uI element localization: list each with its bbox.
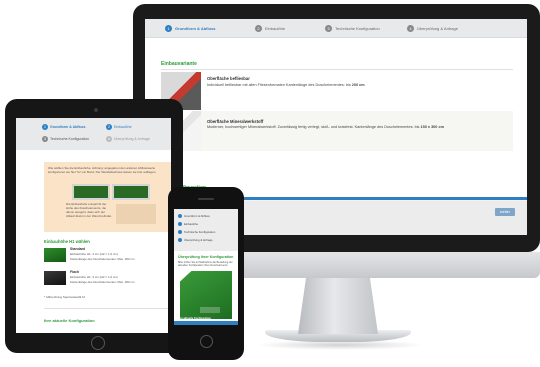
option-desc: Individuell befliesbar mit allen Fliesen… bbox=[207, 83, 351, 87]
tablet-step-4[interactable]: 4 Überprüfung & Anfrage bbox=[106, 136, 150, 142]
step-label: Grundform & Abfluss bbox=[184, 214, 210, 218]
step-label: Einbaulöhe bbox=[114, 125, 132, 129]
step-number-badge: 1 bbox=[42, 124, 48, 130]
option-value: 200 cm bbox=[351, 83, 365, 87]
tablet-stepper: 1 Grundform & Abfluss 2 Einbaulöhe 3 Tec… bbox=[16, 118, 171, 150]
step-number-badge: 4 bbox=[407, 25, 414, 32]
next-button[interactable]: weiter bbox=[495, 208, 515, 216]
phone-device: Grundform & Abfluss Einbaulöhe Technisch… bbox=[168, 187, 244, 360]
option-title: Flach bbox=[70, 270, 80, 274]
option-desc: Moderner, hochwertiger Mineralwerkstoff.… bbox=[207, 125, 420, 129]
section-title: Einbauvariante bbox=[161, 61, 197, 67]
review-description: Bitte prüfen Sie an Maßnahme die Bestell… bbox=[178, 261, 233, 268]
step-label: Grundform & Abfluss bbox=[50, 125, 86, 129]
step-check-icon bbox=[178, 238, 182, 242]
step-label: Überprüfung & Anfrage bbox=[114, 137, 150, 141]
monitor-stand bbox=[298, 278, 378, 334]
step-label: Überprüfung & Anfrage bbox=[184, 238, 213, 242]
desktop-step-4[interactable]: 4 Überprüfung & Anfrage bbox=[407, 24, 458, 33]
phone-step-4[interactable]: Überprüfung & Anfrage bbox=[178, 238, 213, 242]
tablet-step-3[interactable]: 3 Technische Konfiguration bbox=[42, 136, 89, 142]
phone-step-2[interactable]: Einbaulöhe bbox=[178, 222, 198, 226]
step-number-badge: 4 bbox=[106, 136, 112, 142]
section-title: Einbauhöhe H1 wählen bbox=[44, 239, 90, 244]
phone-home-button[interactable] bbox=[200, 335, 213, 348]
phone-screen: Grundform & Abfluss Einbaulöhe Technisch… bbox=[174, 209, 238, 325]
phone-progress-bar bbox=[174, 321, 238, 325]
configuration-heading: Ihre aktuelle Konfiguration bbox=[44, 318, 95, 323]
step-label: Technische Konfiguration bbox=[335, 26, 380, 31]
step-label: Überprüfung & Anfrage bbox=[417, 26, 458, 31]
tablet-step-1[interactable]: 1 Grundform & Abfluss bbox=[42, 124, 85, 130]
option-title: Oberfläche Mineralwerkstoff bbox=[207, 119, 264, 124]
review-title: Überprüfung Ihrer Konfiguration bbox=[178, 255, 234, 259]
option-line-2: Kantenlänge des Duschelementes: Max. 300… bbox=[70, 257, 135, 261]
divider bbox=[44, 308, 171, 309]
step-number-badge: 1 bbox=[165, 25, 172, 32]
phone-speaker bbox=[198, 198, 214, 200]
desktop-step-1[interactable]: 1 Grundform & Abfluss bbox=[165, 24, 216, 33]
drain-indicator bbox=[200, 307, 220, 313]
tablet-screen: 1 Grundform & Abfluss 2 Einbaulöhe 3 Tec… bbox=[16, 118, 171, 333]
step-label: Einbaulöhe bbox=[184, 222, 198, 226]
option-title: Standard bbox=[70, 247, 86, 251]
step-check-icon bbox=[178, 230, 182, 234]
footnote: * Abbrechung Sperrauswahl bz bbox=[44, 295, 86, 299]
step-label: Technische Konfiguration bbox=[184, 230, 216, 234]
desktop-stepper: 1 Grundform & Abfluss 2 Einbaulöhe 3 Tec… bbox=[145, 19, 527, 38]
desktop-step-3[interactable]: 3 Technische Konfiguration bbox=[325, 24, 380, 33]
tablet-step-2[interactable]: 2 Einbaulöhe bbox=[106, 124, 132, 130]
hint-text: Wie wählen Sie die Einbauhöhe. Achtung: … bbox=[48, 166, 157, 174]
option-standard[interactable]: Standard Einbauhöhe H1: 4 cm (H2 = 1,0 c… bbox=[44, 246, 171, 268]
desktop-step-2[interactable]: 2 Einbaulöhe bbox=[255, 24, 285, 33]
option-line-1: Einbauhöhe H1: 4 cm (H2 = 1,0 cm) bbox=[70, 252, 118, 256]
standard-thumbnail bbox=[44, 248, 66, 262]
step-number-badge: 2 bbox=[106, 124, 112, 130]
hint-box: Wie wählen Sie die Einbauhöhe. Achtung: … bbox=[44, 162, 171, 232]
step-label: Technische Konfiguration bbox=[50, 137, 90, 141]
option-flat[interactable]: Flach Einbauhöhe H1: 3 cm (H2 = 1,0 cm) … bbox=[44, 269, 171, 291]
phone-step-1[interactable]: Grundform & Abfluss bbox=[178, 214, 210, 218]
divider bbox=[161, 69, 513, 70]
installation-height-illustration bbox=[72, 184, 110, 200]
step-number-badge: 2 bbox=[255, 25, 262, 32]
step-check-icon bbox=[178, 222, 182, 226]
step-number-badge: 3 bbox=[325, 25, 332, 32]
option-value: 150 x 300 cm bbox=[420, 125, 444, 129]
tablet-device: 1 Grundform & Abfluss 2 Einbaulöhe 3 Tec… bbox=[5, 99, 183, 353]
current-config-heading: Ihre aktuelle Konfiguration bbox=[178, 317, 211, 320]
step-label: Einbaulöhe bbox=[265, 26, 286, 31]
flat-thumbnail bbox=[44, 271, 66, 285]
option-line-1: Einbauhöhe H1: 3 cm (H2 = 1,0 cm) bbox=[70, 275, 118, 279]
tablet-home-button[interactable] bbox=[91, 336, 105, 350]
phone-step-3[interactable]: Technische Konfiguration bbox=[178, 230, 215, 234]
option-mineral[interactable]: Oberfläche Mineralwerkstoff Moderner, ho… bbox=[161, 111, 513, 151]
option-line-2: Kantenlänge des Duschelementes: Max. 300… bbox=[70, 280, 135, 284]
hint-diagram bbox=[116, 204, 156, 224]
step-check-icon bbox=[178, 214, 182, 218]
tablet-camera bbox=[94, 108, 98, 112]
hint-text-2: Die Einbauhöhe entspricht der Höhe des D… bbox=[66, 202, 112, 218]
step-label: Grundform & Abfluss bbox=[175, 26, 216, 31]
option-tileable[interactable]: Oberfläche befliesbar Individuell beflie… bbox=[161, 72, 513, 110]
option-title: Oberfläche befliesbar bbox=[207, 76, 250, 81]
step-number-badge: 3 bbox=[42, 136, 48, 142]
installation-height-illustration-alt bbox=[112, 184, 150, 200]
